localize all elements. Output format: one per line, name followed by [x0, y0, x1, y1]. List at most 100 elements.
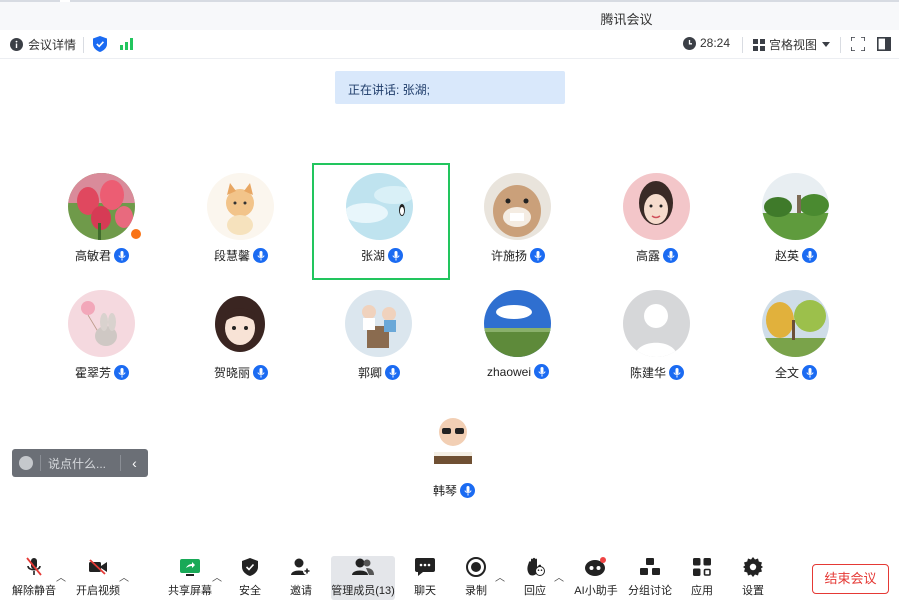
participant-name-text: 赵英	[774, 249, 799, 263]
participant-name-text: 张湖	[360, 249, 385, 263]
chevron-down-icon	[822, 42, 831, 47]
chevron-up-icon[interactable]: ︿	[554, 569, 564, 584]
ai-assistant-button[interactable]: AI小助手	[573, 556, 619, 600]
record-icon	[466, 556, 486, 578]
security-shield-icon[interactable]	[93, 36, 107, 52]
avatar	[68, 290, 135, 357]
participant-name-text: 霍翠芳	[74, 366, 111, 380]
participant-tile-active-speaker[interactable]: 张湖	[312, 163, 450, 280]
host-badge	[129, 227, 143, 241]
participant-name-text: 高露	[635, 249, 660, 263]
participant-name: 高露	[589, 247, 725, 264]
participant-tile[interactable]: 陈建华	[589, 280, 725, 396]
breakout-rooms-button[interactable]: 分组讨论	[628, 556, 672, 600]
security-button[interactable]: 安全	[236, 556, 264, 600]
start-video-button[interactable]: 开启视频	[74, 556, 122, 600]
participant-tile[interactable]: 高露	[589, 163, 725, 279]
avatar	[346, 173, 413, 240]
microphone-icon	[253, 365, 268, 380]
meeting-details-button[interactable]: 会议详情	[10, 36, 76, 53]
speaking-banner: 正在讲话: 张湖;	[335, 71, 565, 104]
chevron-left-icon[interactable]: ‹	[120, 455, 148, 471]
record-label: 录制	[465, 585, 487, 597]
avatar	[623, 290, 690, 357]
start-video-label: 开启视频	[76, 585, 120, 597]
avatar	[484, 173, 551, 240]
end-meeting-button[interactable]: 结束会议	[812, 564, 889, 594]
participant-tile[interactable]: 霍翠芳	[34, 280, 170, 396]
participant-name-text: 郭卿	[357, 366, 382, 380]
microphone-icon	[114, 248, 129, 263]
microphone-icon	[253, 248, 268, 263]
participant-name: 郭卿	[311, 364, 447, 381]
participant-name: 赵英	[728, 247, 864, 264]
control-bar: 解除静音 ︿ 开启视频 ︿ 共享屏幕 ︿ 安全 邀请 管理成员(13) 聊天 录…	[0, 550, 899, 603]
title-bar: 腾讯会议	[0, 0, 899, 30]
participant-tile[interactable]: 郭卿	[311, 280, 447, 396]
chat-button[interactable]: 聊天	[411, 556, 439, 600]
microphone-icon	[460, 483, 475, 498]
microphone-icon	[534, 364, 550, 379]
share-screen-button[interactable]: 共享屏幕	[167, 556, 213, 600]
shield-icon	[242, 556, 258, 578]
avatar	[762, 290, 829, 357]
manage-members-label: 管理成员(13)	[331, 585, 395, 597]
participant-tile[interactable]: 高敏君	[34, 163, 170, 279]
fullscreen-icon	[851, 37, 865, 51]
breakout-rooms-icon	[640, 556, 660, 578]
chevron-up-icon[interactable]: ︿	[56, 569, 66, 584]
view-mode-dropdown[interactable]: 宫格视图	[753, 36, 831, 53]
chevron-up-icon[interactable]: ︿	[119, 569, 129, 584]
record-button[interactable]: 录制	[462, 556, 490, 600]
participant-name: 陈建华	[589, 364, 725, 381]
participant-tile[interactable]: 全文	[728, 280, 864, 396]
ai-assistant-label: AI小助手	[574, 585, 618, 597]
microphone-icon	[114, 365, 129, 380]
avatar	[420, 408, 487, 475]
side-panel-button[interactable]	[877, 37, 891, 51]
avatar	[207, 290, 274, 357]
participant-tile[interactable]: zhaowei	[450, 280, 586, 396]
info-icon	[10, 38, 23, 51]
microphone-icon	[385, 365, 400, 380]
emoji-icon[interactable]	[19, 456, 33, 470]
toolbar-divider	[742, 37, 743, 53]
signal-strength-icon[interactable]	[120, 38, 133, 50]
invite-label: 邀请	[290, 585, 312, 597]
participant-name: 贺晓丽	[173, 364, 309, 381]
share-screen-icon	[180, 556, 200, 578]
participant-tile[interactable]: 许施扬	[450, 163, 586, 279]
participant-name-text: zhaowei	[486, 364, 532, 379]
avatar	[484, 290, 551, 357]
avatar	[762, 173, 829, 240]
participant-name-text: 陈建华	[629, 366, 666, 380]
microphone-icon	[802, 248, 817, 263]
meeting-toolbar: 会议详情 28:24 宫格视图	[0, 30, 899, 59]
toolbar-divider	[83, 37, 84, 53]
apps-button[interactable]: 应用	[688, 556, 716, 600]
fullscreen-button[interactable]	[851, 37, 865, 51]
participant-tile[interactable]: 贺晓丽	[173, 280, 309, 396]
participant-name-text: 全文	[774, 366, 799, 380]
participant-name: 段慧馨	[173, 247, 309, 264]
react-button[interactable]: 回应	[521, 556, 549, 600]
participant-name: 全文	[728, 364, 864, 381]
chat-input[interactable]: 说点什么... ‹	[12, 449, 148, 477]
grid-view-icon	[753, 38, 765, 51]
participant-tile[interactable]: 韩琴	[386, 398, 522, 514]
members-icon	[352, 556, 374, 578]
manage-members-button[interactable]: 管理成员(13)	[331, 556, 395, 600]
settings-button[interactable]: 设置	[739, 556, 767, 600]
participant-name: zhaowei	[450, 364, 586, 379]
chevron-up-icon[interactable]: ︿	[212, 569, 222, 584]
participant-name-text: 韩琴	[432, 484, 457, 498]
clock-icon	[683, 36, 696, 50]
chat-placeholder[interactable]: 说点什么...	[41, 455, 120, 472]
microphone-icon	[530, 248, 545, 263]
chevron-up-icon[interactable]: ︿	[495, 569, 505, 584]
unmute-button[interactable]: 解除静音	[10, 556, 58, 600]
invite-button[interactable]: 邀请	[287, 556, 315, 600]
ai-assistant-icon	[585, 556, 607, 578]
participant-tile[interactable]: 段慧馨	[173, 163, 309, 279]
participant-tile[interactable]: 赵英	[728, 163, 864, 279]
